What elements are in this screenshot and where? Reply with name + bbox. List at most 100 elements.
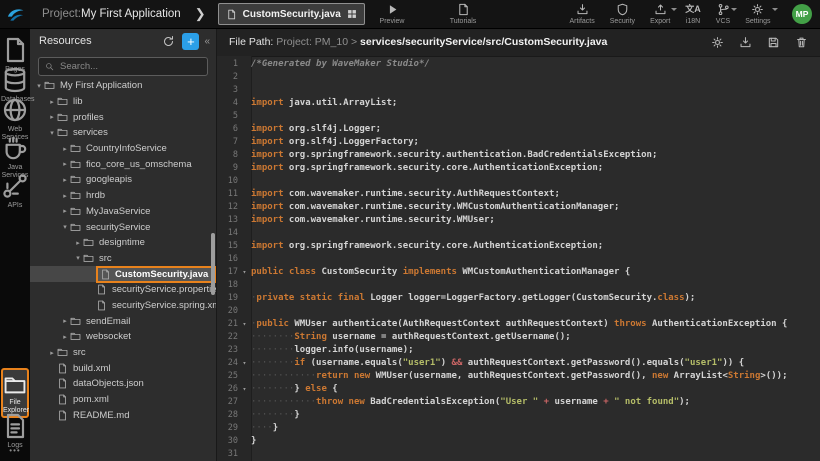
sidebar-item-apis[interactable]: APIs	[1, 172, 29, 210]
tree-collapsed-arrow-icon[interactable]: ▸	[47, 349, 57, 357]
tree-item[interactable]: dataObjects.json	[30, 376, 216, 392]
i18n-button[interactable]: 文Ai18N	[685, 3, 701, 25]
save-button[interactable]	[767, 36, 780, 49]
add-resource-button[interactable]: +	[182, 33, 199, 50]
apis-icon	[1, 172, 29, 200]
tree-item[interactable]: ▸hrdb	[30, 188, 216, 204]
tree-item[interactable]: ▸sendEmail	[30, 313, 216, 329]
settings-button[interactable]: Settings	[745, 3, 770, 25]
tree-item[interactable]: ▸lib	[30, 94, 216, 110]
tree-collapsed-arrow-icon[interactable]: ▸	[60, 160, 70, 168]
line-number: 18	[217, 279, 238, 292]
file-icon	[96, 284, 107, 295]
code-line: 18	[217, 279, 820, 292]
fold-gutter	[238, 71, 251, 84]
delete-button[interactable]	[795, 36, 808, 49]
tree-item[interactable]: ▸designtime	[30, 235, 216, 251]
tree-collapsed-arrow-icon[interactable]: ▸	[47, 98, 57, 106]
vcs-button[interactable]: VCS	[716, 3, 730, 25]
fold-marker-icon[interactable]: ▾	[238, 266, 251, 279]
tree-item[interactable]: pom.xml	[30, 392, 216, 408]
fold-marker-icon[interactable]: ▾	[238, 357, 251, 370]
tree-item[interactable]: securityService.spring.xml	[30, 298, 216, 314]
search-icon	[45, 62, 54, 71]
wavemaker-logo-icon[interactable]	[0, 0, 30, 28]
code-line: 9import org.springframework.security.cor…	[217, 162, 820, 175]
tree-item[interactable]: ▸googleapis	[30, 172, 216, 188]
code-line: 3	[217, 84, 820, 97]
tree-item[interactable]: CustomSecurity.java	[30, 266, 216, 282]
tree-item[interactable]: ▾My First Application	[30, 78, 216, 94]
project-name[interactable]: Project:My First Application	[42, 8, 181, 20]
fold-gutter	[238, 97, 251, 110]
fold-marker-icon[interactable]: ▾	[238, 383, 251, 396]
tree-collapsed-arrow-icon[interactable]: ▸	[60, 145, 70, 153]
tree-collapsed-arrow-icon[interactable]: ▸	[73, 239, 83, 247]
tree-expanded-arrow-icon[interactable]: ▾	[47, 129, 57, 137]
tree-item[interactable]: ▸websocket	[30, 329, 216, 345]
tree-item[interactable]: ▾services	[30, 125, 216, 141]
file-icon	[100, 269, 111, 280]
avatar[interactable]: MP	[792, 4, 812, 24]
tree-item[interactable]: ▸CountryInfoService	[30, 141, 216, 157]
tree-item[interactable]: README.md	[30, 407, 216, 423]
code-line: 13import com.wavemaker.runtime.security.…	[217, 214, 820, 227]
tree-collapsed-arrow-icon[interactable]: ▸	[60, 192, 70, 200]
fold-gutter	[238, 110, 251, 123]
tree-item[interactable]: ▾securityService	[30, 219, 216, 235]
tree-expanded-arrow-icon[interactable]: ▾	[73, 254, 83, 262]
download-button[interactable]	[739, 36, 752, 49]
tree-collapsed-arrow-icon[interactable]: ▸	[60, 317, 70, 325]
fold-gutter	[238, 175, 251, 188]
sidebar-more-button[interactable]: •••	[0, 446, 30, 455]
tree-item[interactable]: ▸src	[30, 345, 216, 361]
tree-item[interactable]: ▸MyJavaService	[30, 204, 216, 220]
settings-button[interactable]	[711, 36, 724, 49]
line-number: 4	[217, 97, 238, 110]
tree-item[interactable]: ▸profiles	[30, 109, 216, 125]
tree-collapsed-arrow-icon[interactable]: ▸	[47, 113, 57, 121]
fold-gutter	[238, 58, 251, 71]
left-iconbar: PagesDatabasesWeb ServicesJava ServicesA…	[0, 28, 30, 461]
code-line: 10	[217, 175, 820, 188]
folder-icon	[57, 347, 68, 358]
fold-gutter	[238, 123, 251, 136]
java-services-icon	[1, 134, 29, 162]
search-input[interactable]	[58, 60, 201, 73]
line-number: 25	[217, 370, 238, 383]
line-number: 29	[217, 422, 238, 435]
sidebar-item-logs[interactable]: Logs	[1, 412, 29, 450]
tree-scrollbar[interactable]	[211, 233, 215, 295]
folder-icon	[70, 206, 81, 217]
tutorials-button[interactable]: Tutorials	[437, 3, 489, 25]
code-line: 6import org.slf4j.Logger;	[217, 123, 820, 136]
tree-collapsed-arrow-icon[interactable]: ▸	[60, 176, 70, 184]
file-explorer-icon	[3, 373, 27, 397]
line-number: 23	[217, 344, 238, 357]
export-button[interactable]: Export	[650, 3, 670, 25]
tree-expanded-arrow-icon[interactable]: ▾	[60, 223, 70, 231]
tree-item[interactable]: securityService.properties	[30, 282, 216, 298]
line-number: 16	[217, 253, 238, 266]
tree-item[interactable]: build.xml	[30, 360, 216, 376]
tree-collapsed-arrow-icon[interactable]: ▸	[60, 333, 70, 341]
tree-item[interactable]: ▾src	[30, 251, 216, 267]
tab-customsecurity[interactable]: CustomSecurity.java	[218, 3, 365, 25]
refresh-icon[interactable]	[162, 35, 175, 48]
tree-item[interactable]: ▸fico_core_us_omschema	[30, 156, 216, 172]
tree-expanded-arrow-icon[interactable]: ▾	[34, 82, 44, 90]
tree-collapsed-arrow-icon[interactable]: ▸	[60, 207, 70, 215]
security-button[interactable]: Security	[610, 3, 635, 25]
file-path: File Path: Project: PM_10 > services/sec…	[229, 36, 711, 48]
preview-button[interactable]: Preview	[366, 3, 418, 25]
translate-icon: 文A	[685, 3, 701, 16]
sidebar-item-file-explorer[interactable]: File Explorer	[1, 368, 29, 418]
fold-gutter	[238, 305, 251, 318]
artifacts-button[interactable]: Artifacts	[569, 3, 594, 25]
fold-marker-icon[interactable]: ▾	[238, 318, 251, 331]
collapse-panel-icon[interactable]: «	[204, 36, 210, 47]
vcs-icon	[717, 3, 730, 16]
code-area[interactable]: 1/*Generated by WaveMaker Studio*/234imp…	[217, 56, 820, 461]
line-number: 10	[217, 175, 238, 188]
grid-icon[interactable]	[347, 9, 357, 19]
